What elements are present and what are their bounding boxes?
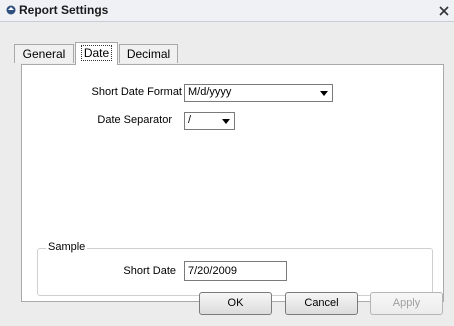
date-separator-label: Date Separator xyxy=(97,114,172,126)
chevron-down-icon xyxy=(320,91,328,96)
report-settings-dialog: General Date Decimal Short Date Format M… xyxy=(0,22,454,326)
window-title: Report Settings xyxy=(19,3,109,17)
short-date-sample-value: 7/20/2009 xyxy=(188,265,237,277)
tab-date-label: Date xyxy=(80,45,113,61)
short-date-format-value: M/d/yyyy xyxy=(188,86,232,98)
date-tab-panel: Short Date Format M/d/yyyy Date Separato… xyxy=(21,64,444,302)
tab-decimal-label: Decimal xyxy=(126,47,171,61)
title-bar[interactable]: Report Settings xyxy=(0,0,454,22)
cancel-button[interactable]: Cancel xyxy=(285,292,358,315)
sample-group: Sample Short Date 7/20/2009 xyxy=(37,241,433,296)
date-separator-select[interactable]: / xyxy=(184,112,235,130)
date-separator-value: / xyxy=(188,114,192,126)
tab-date[interactable]: Date xyxy=(75,42,118,65)
tab-general-label: General xyxy=(22,47,66,61)
tab-general[interactable]: General xyxy=(14,44,74,63)
tab-decimal[interactable]: Decimal xyxy=(119,44,178,63)
short-date-format-label: Short Date Format xyxy=(91,86,182,98)
short-date-format-select[interactable]: M/d/yyyy xyxy=(184,84,333,102)
close-icon[interactable] xyxy=(436,3,452,19)
short-date-label: Short Date xyxy=(123,265,176,277)
report-app-icon xyxy=(6,5,16,15)
short-date-sample-field[interactable]: 7/20/2009 xyxy=(184,261,287,281)
apply-button[interactable]: Apply xyxy=(370,292,443,315)
chevron-down-icon xyxy=(222,119,230,124)
ok-button[interactable]: OK xyxy=(199,292,272,315)
sample-group-title: Sample xyxy=(46,241,88,253)
